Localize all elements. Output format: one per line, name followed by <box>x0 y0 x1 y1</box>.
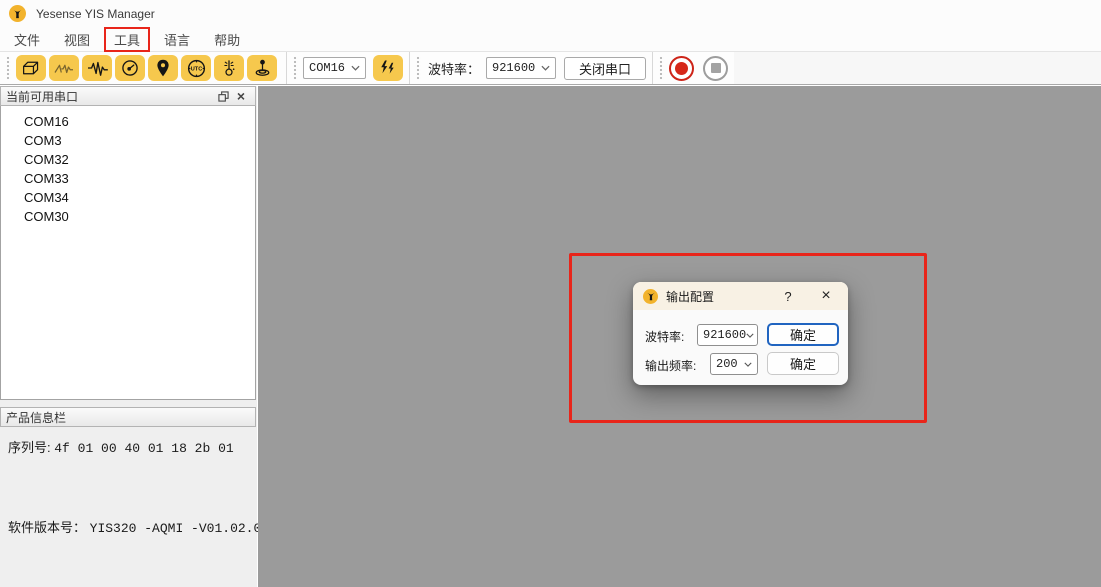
location-icon <box>154 58 172 78</box>
port-list-item[interactable]: COM33 <box>1 169 255 188</box>
port-list: COM16 COM3 COM32 COM33 COM34 COM30 <box>0 106 256 400</box>
menu-file[interactable]: 文件 <box>4 27 50 52</box>
stop-icon <box>711 63 721 73</box>
available-ports-header: 当前可用串口 × <box>0 86 256 106</box>
stop-button[interactable] <box>703 56 728 81</box>
port-list-item[interactable]: COM16 <box>1 112 255 131</box>
dialog-freq-ok-button[interactable]: 确定 <box>767 352 839 375</box>
attitude-wave-icon <box>53 59 75 77</box>
output-config-dialog: 输出配置 ? × 波特率: 921600 确定 输出频率: 200 确定 <box>633 282 848 385</box>
close-serial-port-button[interactable]: 关闭串口 <box>564 57 646 80</box>
gauge-button[interactable] <box>115 55 145 81</box>
pressure-icon <box>252 58 273 78</box>
float-panel-button[interactable] <box>214 88 232 104</box>
toolbar-drag-handle[interactable] <box>6 56 11 80</box>
cube-3d-icon <box>21 59 41 77</box>
baud-rate-select[interactable]: 921600 <box>486 57 556 79</box>
dialog-logo-icon <box>643 289 658 304</box>
serial-number-label: 序列号: <box>8 440 51 455</box>
raw-wave-button[interactable] <box>82 55 112 81</box>
port-select[interactable]: COM16 <box>303 57 366 79</box>
utc-clock-button[interactable]: UTC <box>181 55 211 81</box>
menubar: 文件 视图 工具 语言 帮助 <box>0 27 1101 52</box>
port-select-value: COM16 <box>309 61 345 75</box>
port-list-item[interactable]: COM34 <box>1 188 255 207</box>
chevron-down-icon <box>351 65 360 71</box>
dialog-title: 输出配置 <box>666 288 714 305</box>
product-info-title: 产品信息栏 <box>6 409 66 426</box>
toolbar-group-port: COM16 <box>287 52 409 84</box>
baud-rate-value: 921600 <box>492 61 535 75</box>
toolbar-group-record <box>653 52 734 84</box>
serial-port-dock-panel: 当前可用串口 × COM16 COM3 COM32 COM33 COM34 CO… <box>0 86 257 587</box>
record-icon <box>675 62 688 75</box>
dialog-baud-select[interactable]: 921600 <box>697 324 758 346</box>
svg-text:UTC: UTC <box>190 66 202 72</box>
close-icon: × <box>237 89 245 103</box>
record-button[interactable] <box>669 56 694 81</box>
product-info-header: 产品信息栏 <box>0 407 256 427</box>
dialog-close-button[interactable]: × <box>812 282 840 310</box>
menu-language[interactable]: 语言 <box>154 27 200 52</box>
cube-3d-button[interactable] <box>16 55 46 81</box>
dialog-help-button[interactable]: ? <box>776 282 800 310</box>
toolbar-group-views: UTC <box>0 52 286 84</box>
toolbar-group-baud: 波特率： 921600 关闭串口 <box>410 52 652 84</box>
titlebar: Yesense YIS Manager <box>0 0 1101 27</box>
attitude-wave-button[interactable] <box>49 55 79 81</box>
toolbar-drag-handle[interactable] <box>659 56 664 80</box>
toolbar: UTC <box>0 52 1101 85</box>
menu-tools[interactable]: 工具 <box>104 27 150 52</box>
baud-rate-label: 波特率： <box>428 59 480 78</box>
dialog-baud-ok-button[interactable]: 确定 <box>767 323 839 346</box>
port-list-item[interactable]: COM3 <box>1 131 255 150</box>
thermometer-icon <box>219 58 239 78</box>
software-version-value: YIS320 -AQMI -V01.02.03; <box>90 521 277 536</box>
menu-help[interactable]: 帮助 <box>204 27 250 52</box>
menu-view[interactable]: 视图 <box>54 27 100 52</box>
dialog-baud-label: 波特率: <box>645 328 684 345</box>
gauge-icon <box>120 58 140 78</box>
close-panel-button[interactable]: × <box>232 88 250 104</box>
dialog-freq-label: 输出频率: <box>645 357 696 374</box>
window-title: Yesense YIS Manager <box>36 7 155 21</box>
refresh-ports-button[interactable] <box>373 55 403 81</box>
location-button[interactable] <box>148 55 178 81</box>
toolbar-drag-handle[interactable] <box>416 56 421 80</box>
serial-number-value: 4f 01 00 40 01 18 2b 01 <box>54 441 233 456</box>
pressure-button[interactable] <box>247 55 277 81</box>
toolbar-drag-handle[interactable] <box>293 56 298 80</box>
serial-number-line: 序列号: 4f 01 00 40 01 18 2b 01 <box>8 437 234 456</box>
chevron-down-icon <box>744 362 752 367</box>
thermometer-button[interactable] <box>214 55 244 81</box>
dialog-baud-value: 921600 <box>703 328 746 342</box>
software-version-label: 软件版本号： <box>8 520 86 535</box>
available-ports-title: 当前可用串口 <box>6 88 78 105</box>
scan-bolts-icon <box>379 59 397 77</box>
raw-wave-icon <box>86 59 108 77</box>
chevron-down-icon <box>746 333 754 338</box>
software-version-line: 软件版本号： YIS320 -AQMI -V01.02.03; <box>8 517 277 536</box>
utc-clock-icon: UTC <box>186 58 207 79</box>
chevron-down-icon <box>541 65 550 71</box>
dialog-freq-value: 200 <box>716 357 738 371</box>
port-list-item[interactable]: COM30 <box>1 207 255 226</box>
dialog-freq-select[interactable]: 200 <box>710 353 758 375</box>
app-logo-icon <box>9 5 26 22</box>
port-list-item[interactable]: COM32 <box>1 150 255 169</box>
